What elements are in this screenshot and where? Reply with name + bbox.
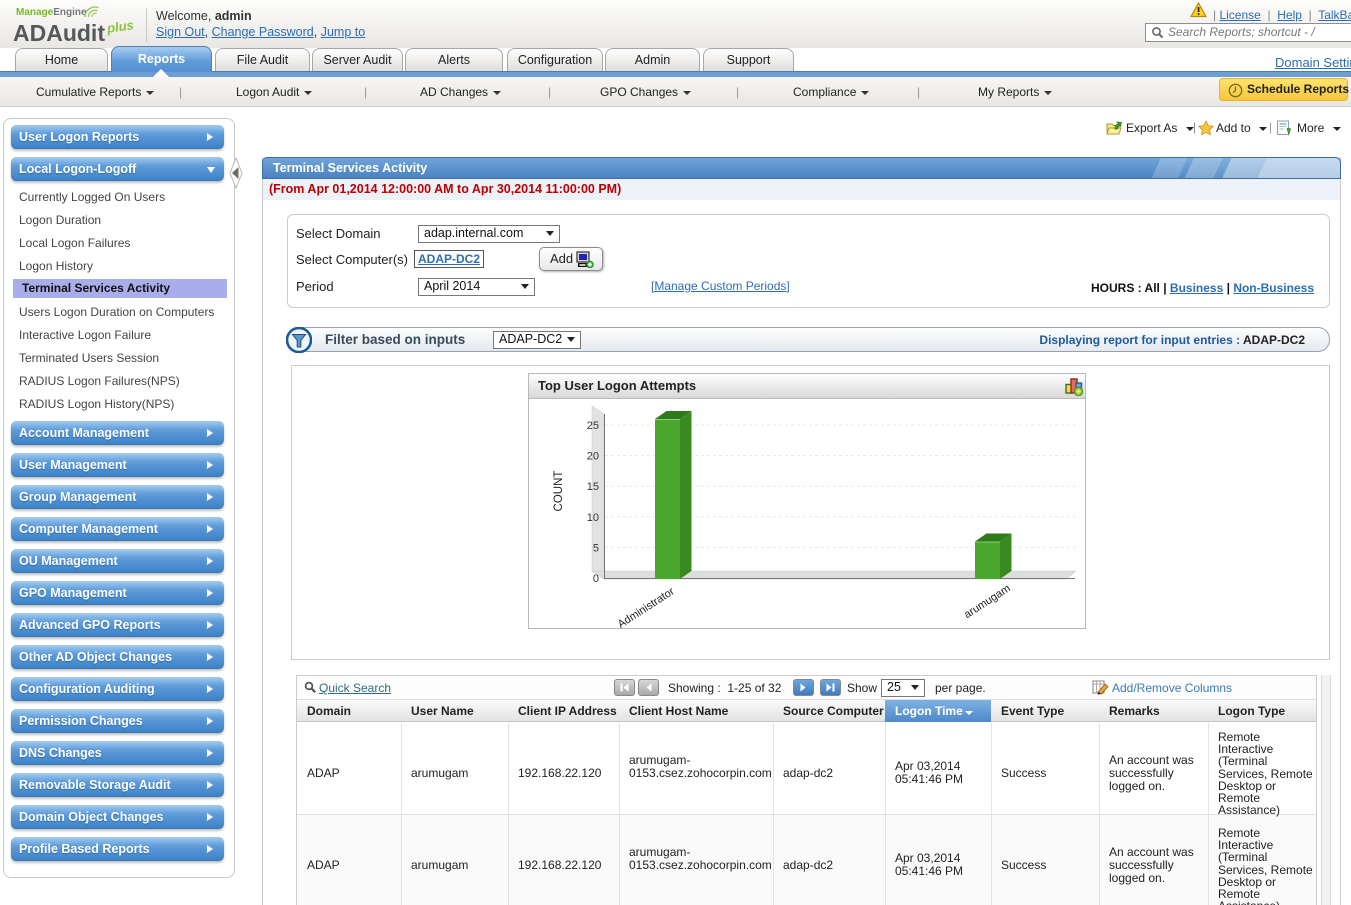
svg-text:10: 10 bbox=[587, 512, 599, 524]
svg-text:COUNT: COUNT bbox=[553, 471, 565, 512]
svg-text:arumugam: arumugam bbox=[962, 582, 1013, 621]
svg-text:5: 5 bbox=[593, 542, 599, 554]
svg-text:0: 0 bbox=[593, 573, 599, 585]
svg-text:Administrator: Administrator bbox=[616, 585, 677, 629]
svg-text:15: 15 bbox=[587, 481, 599, 493]
svg-text:25: 25 bbox=[587, 420, 599, 432]
svg-text:20: 20 bbox=[587, 451, 599, 463]
